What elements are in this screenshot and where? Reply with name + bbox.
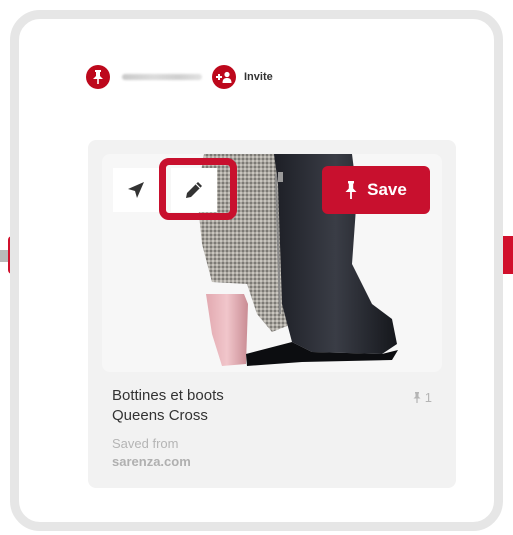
save-button[interactable]: Save — [322, 166, 430, 214]
save-button-label: Save — [367, 180, 407, 199]
invite-label[interactable]: Invite — [244, 71, 273, 83]
board-header: Invite — [86, 64, 273, 90]
edit-button-highlight — [159, 158, 237, 220]
saved-from-label: Saved from — [112, 436, 179, 451]
board-owner-name — [122, 74, 202, 80]
pin-icon — [413, 392, 421, 403]
pin-title[interactable]: Bottines et boots Queens Cross — [112, 386, 312, 426]
board-owner-avatar[interactable] — [86, 65, 110, 89]
send-button[interactable] — [113, 168, 159, 212]
source-domain-link[interactable]: sarenza.com — [112, 454, 191, 469]
pin-icon — [93, 70, 103, 84]
repin-count-value: 1 — [424, 390, 432, 405]
pin-title-line-1: Bottines et boots — [112, 387, 224, 404]
add-person-icon — [216, 71, 232, 83]
pin-icon — [345, 181, 357, 199]
invite-button[interactable] — [212, 65, 236, 89]
screenshot-stage: Invite Bottines et boots Queens Cross 1 … — [0, 0, 513, 535]
pin-title-line-2: Queens Cross — [112, 407, 208, 424]
repin-count: 1 — [413, 390, 432, 405]
send-icon — [128, 182, 144, 198]
